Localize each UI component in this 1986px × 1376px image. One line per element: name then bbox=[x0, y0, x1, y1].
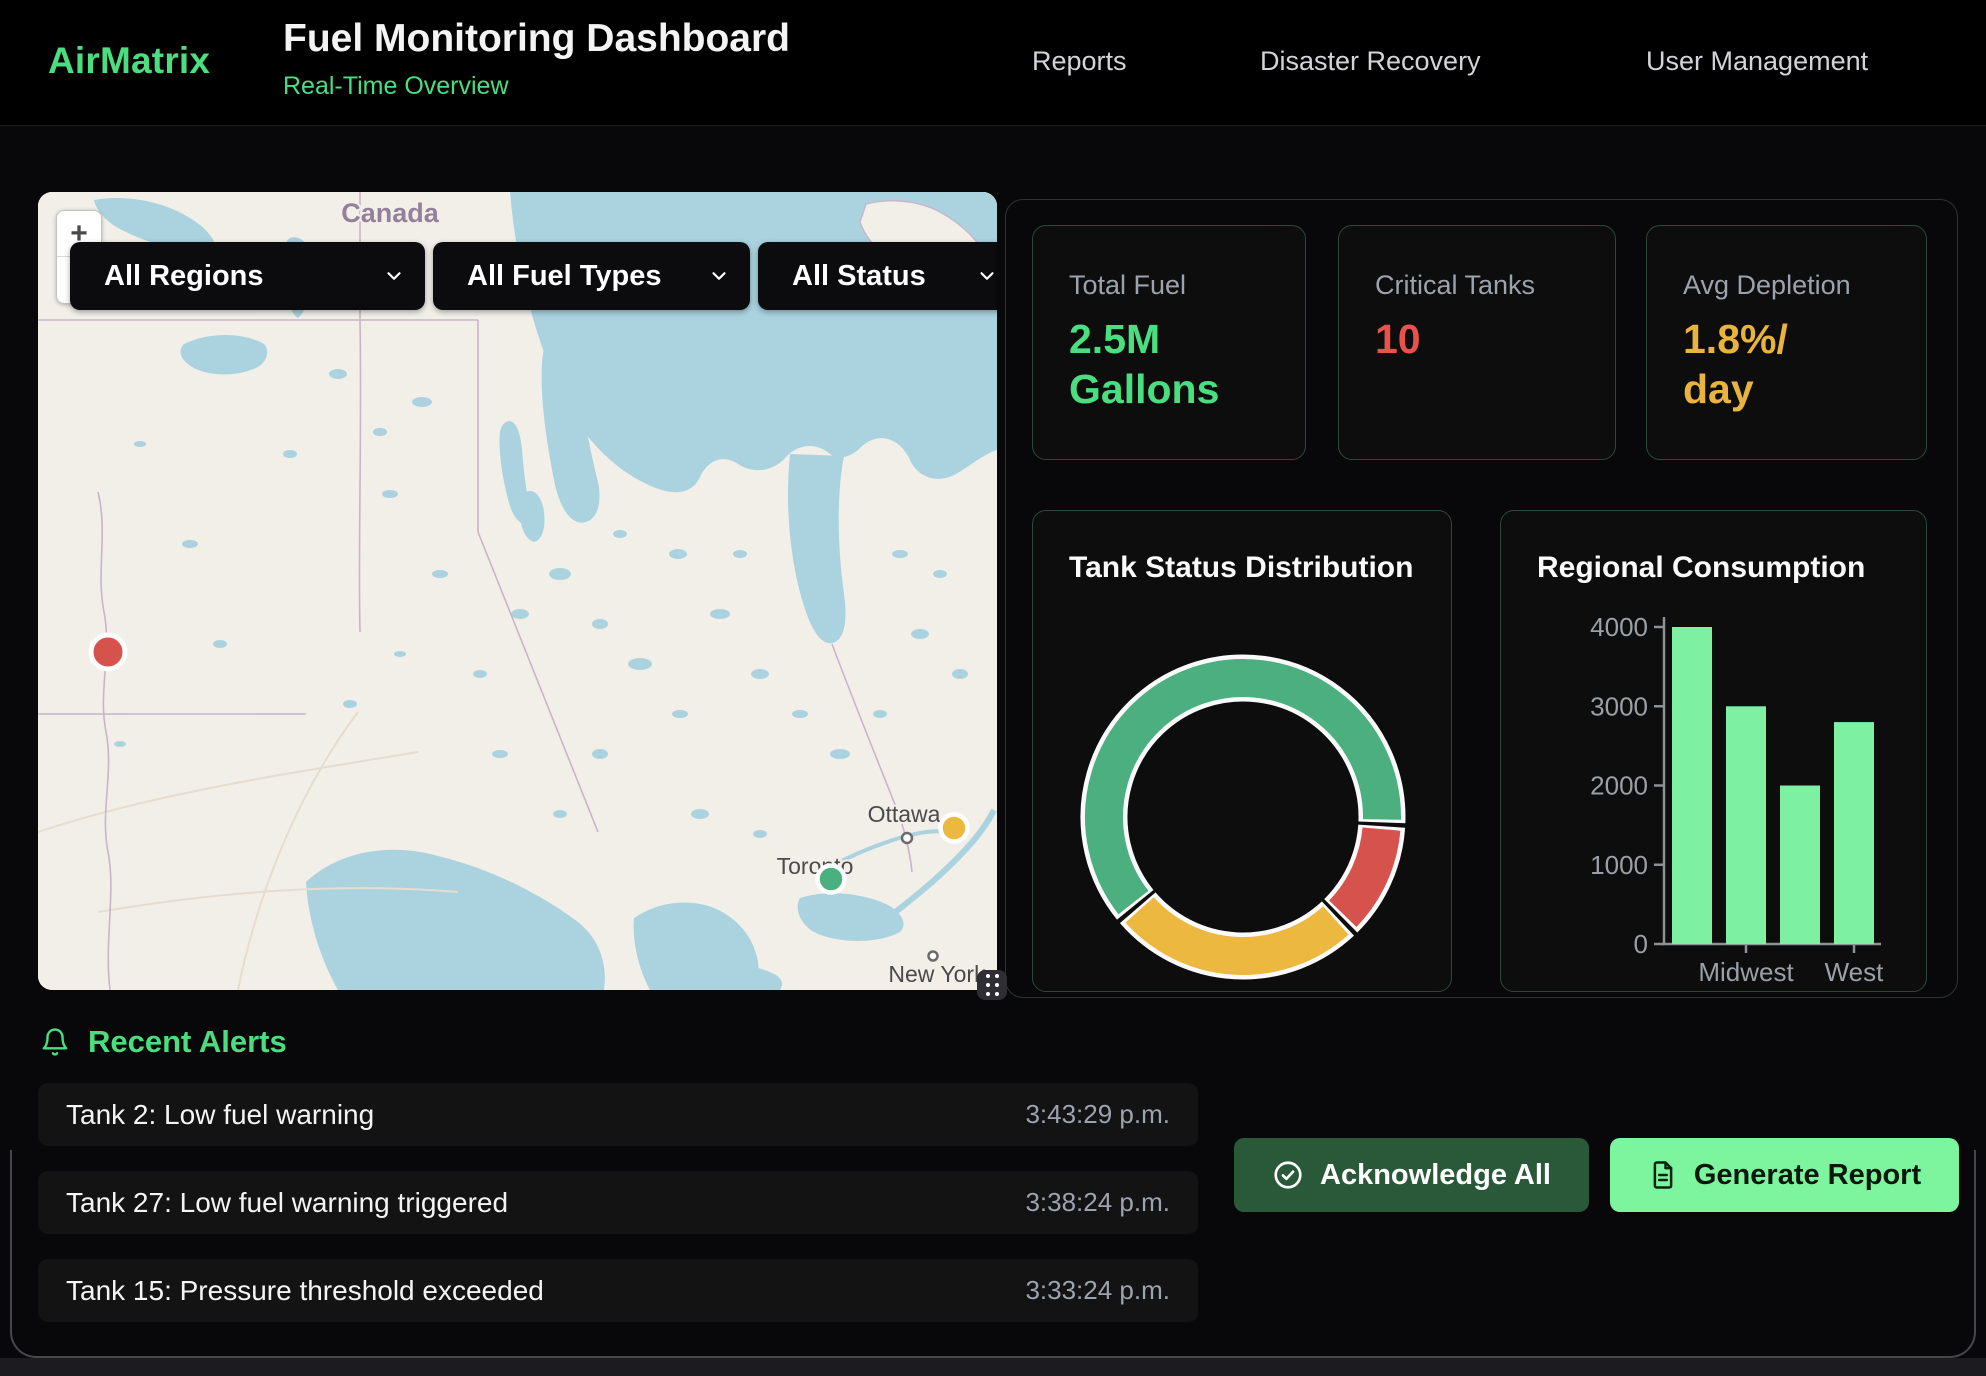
regional-consumption-card: Regional Consumption 01000200030004000Mi… bbox=[1500, 510, 1927, 992]
fuel-map[interactable]: Canada Ottawa Toronto New York + − All R… bbox=[38, 192, 997, 990]
stat-value-line: Gallons bbox=[1069, 364, 1219, 414]
check-circle-icon bbox=[1272, 1159, 1304, 1191]
stat-card-avg-depletion: Avg Depletion 1.8%/ day bbox=[1646, 225, 1927, 460]
tank-marker-critical[interactable] bbox=[91, 635, 125, 669]
svg-text:Midwest: Midwest bbox=[1698, 957, 1794, 987]
tank-marker-normal[interactable] bbox=[818, 866, 845, 893]
alert-row[interactable]: Tank 27: Low fuel warning triggered 3:38… bbox=[38, 1171, 1198, 1234]
svg-text:1000: 1000 bbox=[1590, 850, 1648, 880]
stat-value-1: 10 bbox=[1375, 314, 1421, 364]
generate-report-button[interactable]: Generate Report bbox=[1610, 1138, 1959, 1212]
stat-value-0: 2.5M Gallons bbox=[1069, 314, 1219, 414]
map-label-ottawa: Ottawa bbox=[868, 801, 941, 827]
city-dot-ottawa bbox=[902, 833, 912, 843]
alerts-title: Recent Alerts bbox=[88, 1024, 287, 1060]
chevron-down-icon bbox=[708, 265, 730, 287]
map-filters: All Regions All Fuel Types All Status bbox=[70, 242, 997, 310]
page-subtitle: Real-Time Overview bbox=[283, 72, 509, 101]
acknowledge-all-button[interactable]: Acknowledge All bbox=[1234, 1138, 1589, 1212]
stat-value-2: 1.8%/ day bbox=[1683, 314, 1788, 414]
app-logo: AirMatrix bbox=[48, 40, 210, 82]
fuel-type-filter-value: All Fuel Types bbox=[467, 260, 661, 293]
svg-text:West: West bbox=[1825, 957, 1885, 987]
alert-message: Tank 15: Pressure threshold exceeded bbox=[66, 1275, 544, 1307]
svg-text:0: 0 bbox=[1634, 929, 1648, 959]
alert-message: Tank 2: Low fuel warning bbox=[66, 1099, 374, 1131]
generate-report-label: Generate Report bbox=[1694, 1159, 1921, 1192]
page-bottom-strip bbox=[0, 1358, 1986, 1376]
alert-row[interactable]: Tank 15: Pressure threshold exceeded 3:3… bbox=[38, 1259, 1198, 1322]
acknowledge-all-label: Acknowledge All bbox=[1320, 1159, 1551, 1192]
alert-timestamp: 3:43:29 p.m. bbox=[1025, 1099, 1170, 1130]
basemap: Canada Ottawa Toronto New York bbox=[38, 192, 997, 990]
stat-value-line: 10 bbox=[1375, 314, 1421, 364]
svg-text:4000: 4000 bbox=[1590, 612, 1648, 642]
page-title: Fuel Monitoring Dashboard bbox=[283, 17, 790, 61]
alert-timestamp: 3:38:24 p.m. bbox=[1025, 1187, 1170, 1218]
tank-status-card: Tank Status Distribution bbox=[1032, 510, 1452, 992]
stat-label: Avg Depletion bbox=[1683, 270, 1851, 301]
map-resize-handle[interactable] bbox=[977, 970, 1007, 1000]
header: AirMatrix Fuel Monitoring Dashboard Real… bbox=[0, 0, 1986, 126]
status-filter-value: All Status bbox=[792, 260, 926, 293]
tank-status-donut bbox=[1033, 511, 1451, 991]
map-label-new-york: New York bbox=[888, 961, 986, 987]
status-filter-dropdown[interactable]: All Status bbox=[758, 242, 997, 310]
nav-user-management[interactable]: User Management bbox=[1646, 46, 1868, 77]
regional-consumption-bars: 0 1000 2000 3000 4000 Midwest West bbox=[1501, 511, 1926, 991]
alert-message: Tank 27: Low fuel warning triggered bbox=[66, 1187, 508, 1219]
stat-label: Total Fuel bbox=[1069, 270, 1186, 301]
stat-value-line: 1.8%/ bbox=[1683, 314, 1788, 364]
chevron-down-icon bbox=[383, 265, 405, 287]
stat-label: Critical Tanks bbox=[1375, 270, 1535, 301]
stat-card-total-fuel: Total Fuel 2.5M Gallons bbox=[1032, 225, 1306, 460]
svg-text:2000: 2000 bbox=[1590, 771, 1648, 801]
bell-icon bbox=[40, 1026, 70, 1058]
map-label-canada: Canada bbox=[341, 198, 440, 228]
city-dot-new-york bbox=[929, 952, 938, 961]
svg-text:3000: 3000 bbox=[1590, 691, 1648, 721]
stat-card-critical-tanks: Critical Tanks 10 bbox=[1338, 225, 1616, 460]
stat-value-line: day bbox=[1683, 364, 1788, 414]
region-filter-dropdown[interactable]: All Regions bbox=[70, 242, 425, 310]
alert-row[interactable]: Tank 2: Low fuel warning 3:43:29 p.m. bbox=[38, 1083, 1198, 1146]
alerts-header: Recent Alerts bbox=[40, 1024, 287, 1060]
chevron-down-icon bbox=[976, 265, 997, 287]
stat-value-line: 2.5M bbox=[1069, 314, 1219, 364]
nav-disaster-recovery[interactable]: Disaster Recovery bbox=[1260, 46, 1481, 77]
dashboard-page: AirMatrix Fuel Monitoring Dashboard Real… bbox=[0, 0, 1986, 1376]
fuel-type-filter-dropdown[interactable]: All Fuel Types bbox=[433, 242, 750, 310]
document-icon bbox=[1648, 1160, 1678, 1190]
tank-marker-warning[interactable] bbox=[941, 815, 968, 842]
nav-reports[interactable]: Reports bbox=[1032, 46, 1127, 77]
region-filter-value: All Regions bbox=[104, 260, 264, 293]
alert-timestamp: 3:33:24 p.m. bbox=[1025, 1275, 1170, 1306]
